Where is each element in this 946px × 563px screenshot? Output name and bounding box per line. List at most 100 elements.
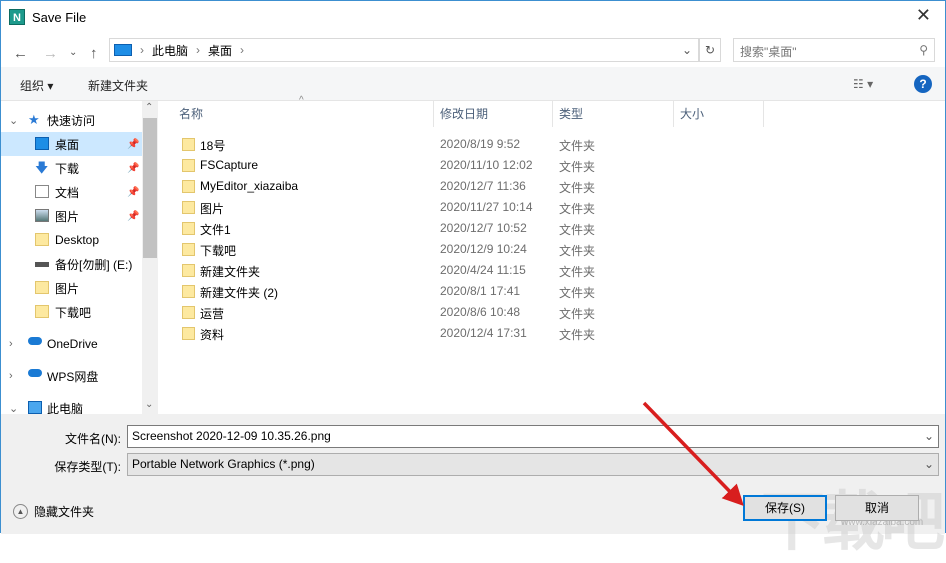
expand-chevron-icon[interactable]: ⌄ [9, 114, 18, 127]
file-date: 2020/12/7 10:52 [440, 221, 527, 235]
drive-icon [35, 262, 49, 267]
back-button[interactable]: ← [13, 45, 28, 62]
column-header-name[interactable]: 名称 [173, 101, 434, 127]
sidebar-item-label: 此电脑 [47, 401, 84, 415]
document-icon [35, 185, 49, 198]
computer-icon [114, 44, 132, 56]
file-name: 运营 [200, 307, 225, 321]
file-name: 新建文件夹 (2) [200, 286, 279, 300]
sidebar-item[interactable]: 文档 📌 [1, 180, 142, 204]
help-button[interactable]: ? [914, 75, 932, 93]
address-bar[interactable]: › 此电脑 › 桌面 › ⌄ [109, 38, 699, 62]
column-header-date[interactable]: 修改日期 [434, 101, 553, 127]
file-row[interactable]: 运营 2020/8/6 10:48 文件夹 [173, 302, 633, 323]
file-name: 18号 [200, 139, 226, 153]
file-row[interactable]: MyEditor_xiazaiba 2020/12/7 11:36 文件夹 [173, 176, 633, 197]
file-row[interactable]: 新建文件夹 (2) 2020/8/1 17:41 文件夹 [173, 281, 633, 302]
chevron-down-icon[interactable]: ⌄ [682, 43, 692, 57]
title-bar: N Save File [9, 7, 86, 27]
pin-icon[interactable]: 📌 [127, 139, 139, 150]
file-date: 2020/8/19 9:52 [440, 137, 521, 151]
new-folder-button[interactable]: 新建文件夹 [88, 77, 148, 94]
computer-icon [28, 401, 42, 414]
cloud-icon [28, 369, 42, 377]
expand-chevron-icon[interactable]: › [9, 338, 13, 350]
sidebar-item-label: 下载吧 [55, 305, 92, 320]
filename-value: Screenshot 2020-12-09 10.35.26.png [132, 429, 331, 443]
sidebar-item[interactable]: › OneDrive [1, 332, 142, 356]
sidebar-item-label: Desktop [55, 233, 100, 247]
sidebar-item[interactable]: 🡇 下载 📌 [1, 156, 142, 180]
file-date: 2020/4/24 11:15 [440, 263, 526, 277]
file-row[interactable]: 文件1 2020/12/7 10:52 文件夹 [173, 218, 633, 239]
file-date: 2020/11/10 12:02 [440, 158, 533, 172]
folder-icon [182, 180, 195, 193]
star-icon: ★ [28, 112, 40, 127]
column-header-type[interactable]: 类型 [553, 101, 674, 127]
breadcrumb-item[interactable]: 桌面 [208, 42, 232, 59]
sidebar-item[interactable]: 下载吧 [1, 300, 142, 324]
column-header-size[interactable]: 大小 [674, 101, 764, 127]
up-button[interactable]: ↑ [90, 45, 98, 62]
refresh-button[interactable]: ↻ [699, 38, 721, 62]
pin-icon[interactable]: 📌 [127, 187, 139, 198]
navigation-pane: ⌄ ★ 快速访问 桌面 📌 🡇 下载 📌 文档 📌 图片 📌 Desktop 备份[勿删] (E:) 图片下… [1, 101, 158, 414]
sidebar-item[interactable]: 图片 📌 [1, 204, 142, 228]
download-icon: 🡇 [35, 160, 49, 175]
cancel-button[interactable]: 取消 [835, 495, 919, 521]
pin-icon[interactable]: 📌 [127, 211, 139, 222]
scroll-up-arrow[interactable]: ⌃ [145, 102, 153, 113]
organize-button[interactable]: 组织 ▾ [20, 77, 53, 94]
folder-icon [182, 285, 195, 298]
scrollbar-thumb[interactable] [143, 118, 157, 258]
file-type-value: Portable Network Graphics (*.png) [132, 457, 315, 471]
hide-folders-toggle[interactable]: ▲ 隐藏文件夹 [13, 503, 94, 520]
sidebar-item[interactable]: › WPS网盘 [1, 364, 142, 388]
close-button[interactable]: ✕ [916, 5, 931, 26]
file-row[interactable]: 资料 2020/12/4 17:31 文件夹 [173, 323, 633, 344]
folder-icon [35, 305, 49, 318]
sidebar-item[interactable]: 桌面 📌 [1, 132, 142, 156]
sidebar-item-label: 备份[勿删] (E:) [55, 257, 133, 272]
save-button[interactable]: 保存(S) [743, 495, 827, 521]
recent-dropdown-button[interactable]: ⌄ [69, 47, 77, 58]
file-type-label: 保存类型(T): [54, 460, 121, 474]
sidebar-item[interactable]: ⌄ ★ 快速访问 [1, 108, 142, 132]
file-row[interactable]: FSCapture 2020/11/10 12:02 文件夹 [173, 155, 633, 176]
expand-chevron-icon[interactable]: › [9, 370, 13, 382]
sidebar-item-label: 下载 [55, 161, 80, 176]
file-name: MyEditor_xiazaiba [200, 179, 299, 193]
sidebar-item[interactable]: Desktop [1, 228, 142, 252]
file-date: 2020/8/1 17:41 [440, 284, 521, 298]
chevron-down-icon[interactable]: ⌄ [924, 429, 934, 444]
view-options-button[interactable]: ☷ ▾ [853, 77, 873, 91]
file-row[interactable]: 图片 2020/11/27 10:14 文件夹 [173, 197, 633, 218]
file-date: 2020/11/27 10:14 [440, 200, 533, 214]
search-input[interactable]: 搜索"桌面" ⚲ [733, 38, 935, 62]
filename-input[interactable]: Screenshot 2020-12-09 10.35.26.png ⌄ [127, 425, 939, 448]
file-row[interactable]: 18号 2020/8/19 9:52 文件夹 [173, 134, 633, 155]
hide-folders-label: 隐藏文件夹 [34, 505, 95, 519]
sidebar-item[interactable]: 备份[勿删] (E:) [1, 252, 142, 276]
scroll-down-arrow[interactable]: ⌄ [145, 399, 153, 410]
pin-icon[interactable]: 📌 [127, 163, 139, 174]
expand-chevron-icon[interactable]: ⌄ [9, 402, 18, 415]
file-type: 文件夹 [559, 265, 596, 279]
file-name: 下载吧 [200, 244, 237, 258]
folder-icon [35, 281, 49, 294]
file-type: 文件夹 [559, 223, 596, 237]
folder-icon [182, 138, 195, 151]
folder-icon [182, 243, 195, 256]
file-row[interactable]: 新建文件夹 2020/4/24 11:15 文件夹 [173, 260, 633, 281]
desktop-icon [35, 137, 49, 150]
sidebar-item[interactable]: ⌄ 此电脑 [1, 396, 142, 414]
file-type: 文件夹 [559, 139, 596, 153]
file-row[interactable]: 下载吧 2020/12/9 10:24 文件夹 [173, 239, 633, 260]
forward-button[interactable]: → [43, 45, 58, 62]
file-date: 2020/12/7 11:36 [440, 179, 526, 193]
sidebar-item-label: 图片 [55, 209, 80, 224]
chevron-down-icon: ⌄ [923, 457, 934, 471]
sidebar-item-label: 文档 [55, 185, 80, 200]
breadcrumb-item[interactable]: 此电脑 [152, 42, 188, 59]
sidebar-item[interactable]: 图片 [1, 276, 142, 300]
